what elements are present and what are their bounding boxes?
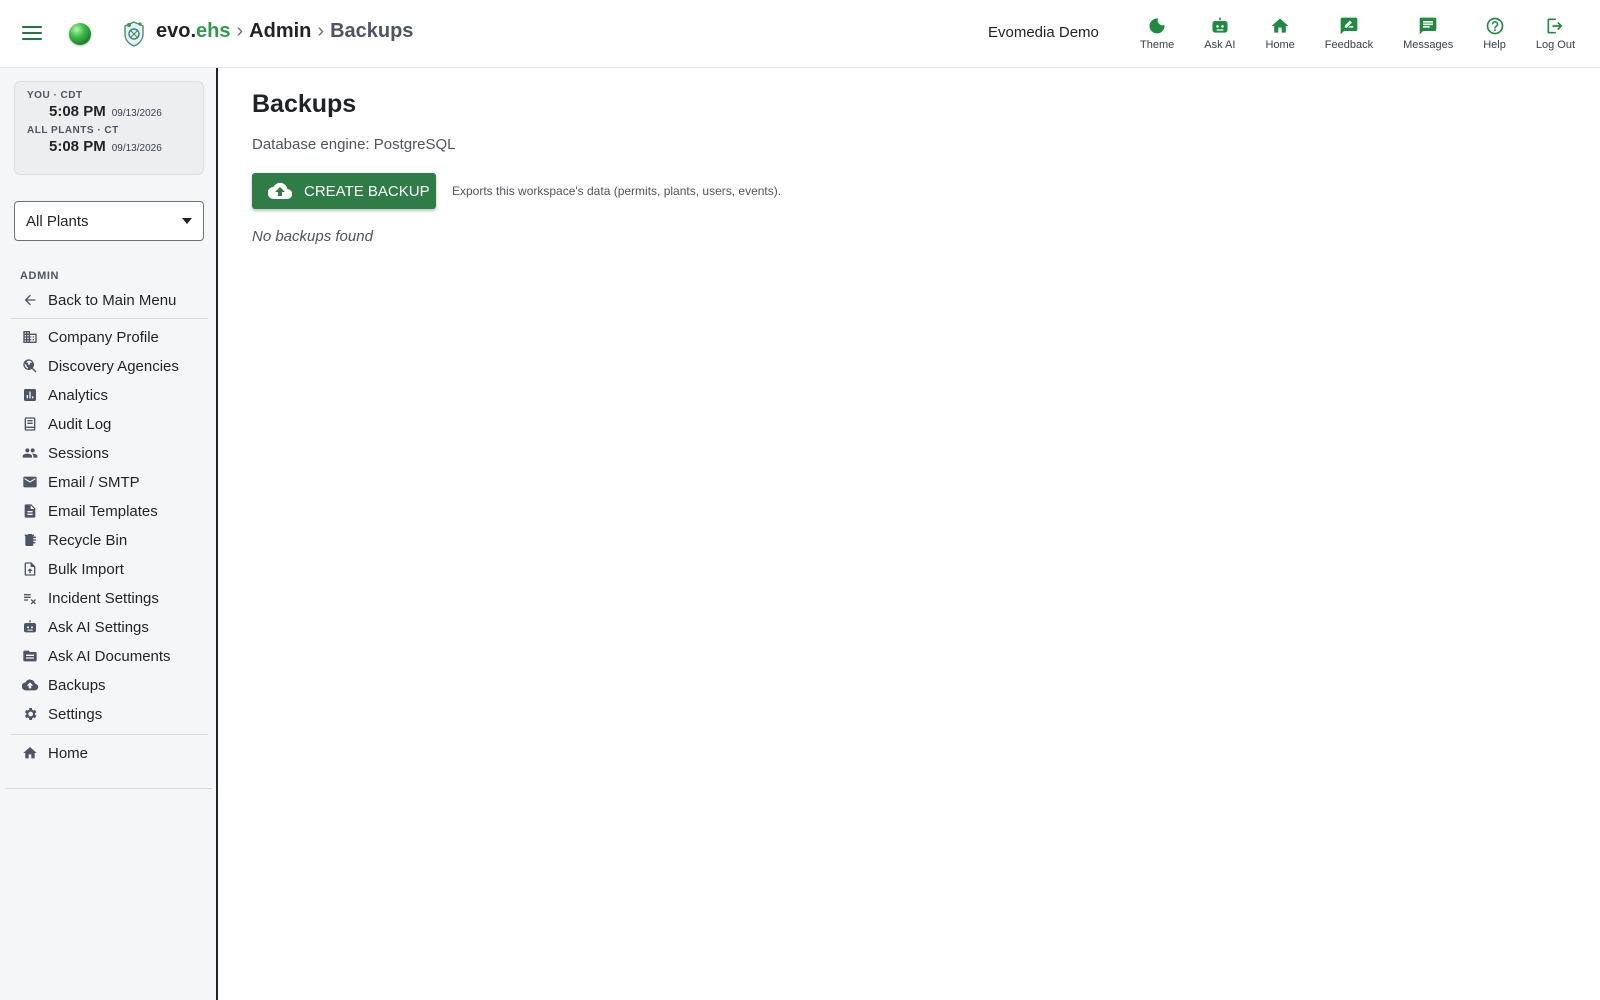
document-icon — [24, 504, 36, 518]
sidebar-item-recycle-bin[interactable]: Recycle Bin — [22, 527, 127, 553]
arrow-left-icon — [24, 294, 36, 306]
audit-log-icon — [24, 417, 36, 431]
sidebar-item-bulk-import[interactable]: Bulk Import — [22, 556, 124, 582]
create-backup-button[interactable]: CREATE BACKUP — [252, 173, 436, 209]
top-actions: Theme Ask AI Home Feedback Messages Help… — [1125, 16, 1590, 51]
sidebar-item-email-smtp[interactable]: Email / SMTP — [22, 469, 140, 495]
sidebar-item-audit-log[interactable]: Audit Log — [22, 411, 111, 437]
user-time: 5:08 PM — [49, 103, 106, 120]
breadcrumb-current: Backups — [330, 20, 414, 42]
cloud-upload-icon — [268, 182, 292, 200]
help-icon — [1486, 17, 1503, 35]
globe-search-icon — [23, 359, 37, 373]
robot-icon — [1212, 17, 1228, 33]
building-icon — [23, 331, 37, 343]
file-upload-icon — [24, 562, 36, 576]
breadcrumb: evo.ehs › Admin › Backups — [156, 20, 413, 43]
sidebar-divider — [10, 734, 208, 735]
feedback-button[interactable]: Feedback — [1310, 16, 1388, 51]
user-date: 09/13/2026 — [111, 108, 162, 119]
checklist-icon — [24, 594, 36, 605]
sidebar-item-ask-ai-documents[interactable]: Ask AI Documents — [22, 643, 171, 669]
database-engine-text: Database engine: PostgreSQL — [252, 136, 456, 153]
brand-name[interactable]: evo.ehs — [156, 20, 231, 43]
plant-select[interactable]: All Plants — [14, 201, 204, 241]
brand-logo-icon[interactable] — [121, 20, 147, 48]
analytics-icon — [24, 389, 36, 401]
sidebar-item-backups[interactable]: Backups — [22, 672, 106, 698]
create-backup-hint: Exports this workspace's data (permits, … — [452, 184, 782, 198]
robot-icon — [24, 620, 36, 633]
theme-button[interactable]: Theme — [1125, 16, 1189, 51]
caret-down-icon — [182, 218, 192, 224]
sidebar-item-back-to-main-menu[interactable]: Back to Main Menu — [22, 287, 176, 313]
sidebar-item-ask-ai-settings[interactable]: Ask AI Settings — [22, 614, 149, 640]
home-button[interactable]: Home — [1250, 16, 1309, 51]
plants-date: 09/13/2026 — [111, 143, 162, 154]
sidebar-divider — [10, 318, 208, 319]
sidebar-item-company-profile[interactable]: Company Profile — [22, 324, 159, 350]
ask-ai-button[interactable]: Ask AI — [1189, 16, 1250, 51]
logout-icon — [1547, 18, 1563, 34]
recycle-bin-icon — [24, 534, 36, 546]
folder-icon — [23, 650, 37, 662]
sidebar-item-email-templates[interactable]: Email Templates — [22, 498, 158, 524]
user-timezone-label: YOU · CDT — [27, 90, 83, 101]
clock-card: YOU · CDT 5:08 PM 09/13/2026 ALL PLANTS … — [14, 81, 204, 175]
plants-time: 5:08 PM — [49, 138, 106, 155]
sidebar-item-sessions[interactable]: Sessions — [22, 440, 109, 466]
moon-icon — [1149, 18, 1165, 34]
log-out-button[interactable]: Log Out — [1521, 16, 1590, 51]
messages-button[interactable]: Messages — [1388, 16, 1468, 51]
breadcrumb-separator: › — [236, 20, 244, 42]
organization-name[interactable]: Evomedia Demo — [988, 24, 1099, 41]
sidebar: YOU · CDT 5:08 PM 09/13/2026 ALL PLANTS … — [0, 68, 218, 1000]
sidebar-item-incident-settings[interactable]: Incident Settings — [22, 585, 159, 611]
home-icon — [1271, 18, 1289, 33]
plants-timezone-label: ALL PLANTS · CT — [27, 125, 119, 136]
mail-icon — [23, 476, 37, 488]
sidebar-divider — [6, 788, 212, 789]
page-title: Backups — [252, 90, 357, 118]
sidebar-item-home[interactable]: Home — [22, 740, 88, 766]
sidebar-item-analytics[interactable]: Analytics — [22, 382, 108, 408]
feedback-icon — [1340, 17, 1358, 35]
sidebar-item-settings[interactable]: Settings — [22, 701, 102, 727]
people-icon — [22, 448, 38, 458]
top-bar: evo.ehs › Admin › Backups Evomedia Demo … — [0, 0, 1600, 68]
plant-select-value: All Plants — [26, 212, 89, 230]
home-icon — [23, 747, 37, 759]
sidebar-item-discovery-agencies[interactable]: Discovery Agencies — [22, 353, 179, 379]
message-icon — [1419, 17, 1437, 35]
breadcrumb-separator: › — [317, 20, 325, 42]
breadcrumb-admin-link[interactable]: Admin — [249, 20, 311, 43]
empty-state-text: No backups found — [252, 228, 373, 245]
status-orb-icon[interactable] — [69, 23, 91, 45]
gear-icon — [24, 708, 37, 720]
hamburger-menu-icon[interactable] — [20, 22, 44, 46]
create-backup-label: CREATE BACKUP — [304, 182, 430, 200]
help-button[interactable]: Help — [1468, 16, 1521, 51]
cloud-upload-icon — [22, 679, 38, 691]
sidebar-section-admin: ADMIN — [20, 270, 60, 282]
